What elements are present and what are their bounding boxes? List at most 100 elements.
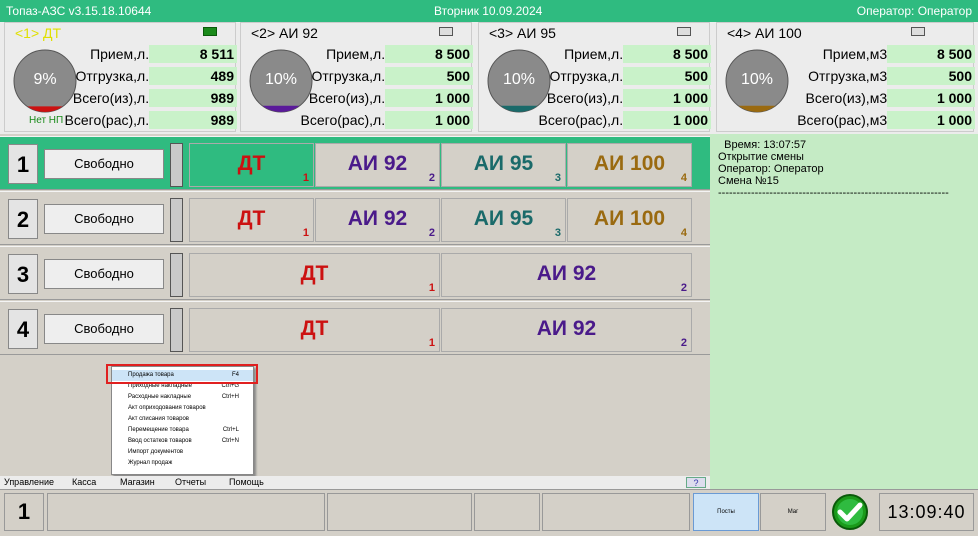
menu-item[interactable]: Акт оприходования товаров xyxy=(112,403,253,414)
checkmark-icon xyxy=(832,494,868,530)
highlight-frame xyxy=(106,364,258,384)
nozzle-2[interactable]: АИ 92 2 xyxy=(315,198,440,242)
post-state-button[interactable]: Свободно xyxy=(44,204,164,234)
nozzle-1[interactable]: ДТ 1 xyxy=(189,308,440,352)
nozzle-number: 2 xyxy=(428,172,435,184)
tank-panel: <4> АИ 100 10% Прием,м3: 8 500 Отгрузка,м3: 5… xyxy=(716,22,975,132)
menu-item-label: Акт списания товаров xyxy=(128,416,189,422)
fuel-name: АИ 92 xyxy=(536,262,597,285)
post-state-button[interactable]: Свободно xyxy=(44,149,164,179)
tank-field-value: 8 500 xyxy=(887,45,975,63)
status-cell-4 xyxy=(542,493,690,531)
post-row[interactable]: 3 Свободно ДТ 1 АИ 92 2 xyxy=(0,246,710,300)
log-line: Открытие смены xyxy=(718,151,804,163)
post-number[interactable]: 4 xyxy=(8,309,38,349)
nozzle-number: 2 xyxy=(680,282,687,294)
menu-cash[interactable]: Касса xyxy=(72,477,96,487)
nozzle-number: 4 xyxy=(680,172,687,184)
menu-item[interactable]: Журнал продаж xyxy=(112,458,253,469)
tank-field-label: Отгрузка,л.: xyxy=(311,68,389,84)
tank-field-value: 1 000 xyxy=(887,111,975,129)
nozzle-4[interactable]: АИ 100 4 xyxy=(567,143,692,187)
menu-item[interactable]: Акт списания товаров xyxy=(112,414,253,425)
menu-bar: Управление Касса Магазин Отчеты Помощь ? xyxy=(0,476,710,489)
operator-label: Оператор: Оператор xyxy=(856,4,972,18)
fuel-name: АИ 100 xyxy=(593,207,666,230)
nozzle-4[interactable]: АИ 100 4 xyxy=(567,198,692,242)
post-row[interactable]: 4 Свободно ДТ 1 АИ 92 2 xyxy=(0,301,710,355)
tank-status-indicator xyxy=(439,27,453,36)
tank-field-label: Отгрузка,л.: xyxy=(549,68,627,84)
tank-panel: <1> ДТ 9% Нет НП Прием,л.: 8 511 Отгрузка,л.:… xyxy=(4,22,237,132)
post-row[interactable]: 1 Свободно ДТ 1 АИ 92 2 АИ 95 3 АИ 100 4 xyxy=(0,136,710,190)
tank-field-value: 500 xyxy=(385,67,473,85)
tank-status-indicator xyxy=(203,27,217,36)
clock: 13:09:40 xyxy=(879,493,974,531)
tank-field-label: Отгрузка,м3: xyxy=(808,68,891,84)
nozzle-number: 3 xyxy=(554,172,561,184)
tank-field-label: Всего(из),л.: xyxy=(546,90,627,106)
tanks-panel: <1> ДТ 9% Нет НП Прием,л.: 8 511 Отгрузка,л.:… xyxy=(0,22,978,134)
log-line: ----------------------------------------… xyxy=(718,187,949,199)
tank-field-value: 8 500 xyxy=(385,45,473,63)
tank-field-value: 500 xyxy=(887,67,975,85)
tank-field-label: Прием,л.: xyxy=(326,46,389,62)
nozzle-3[interactable]: АИ 95 3 xyxy=(441,198,566,242)
posts-panel: 1 Свободно ДТ 1 АИ 92 2 АИ 95 3 АИ 100 4 2 Свободно… xyxy=(0,134,710,356)
nozzle-1[interactable]: ДТ 1 xyxy=(189,143,314,187)
tank-status-indicator xyxy=(677,27,691,36)
menu-item[interactable]: Расходные накладные Ctrl+H xyxy=(112,392,253,403)
post-number[interactable]: 3 xyxy=(8,254,38,294)
post-number[interactable]: 2 xyxy=(8,199,38,239)
menu-item-shortcut: Ctrl+N xyxy=(221,438,239,444)
nozzle-2[interactable]: АИ 92 2 xyxy=(315,143,440,187)
log-line: Смена №15 xyxy=(718,175,779,187)
tank-field-value: 8 511 xyxy=(149,45,237,63)
tank-field-value: 8 500 xyxy=(623,45,711,63)
nozzle-2[interactable]: АИ 92 2 xyxy=(441,253,692,297)
tank-name: <1> ДТ xyxy=(15,25,62,41)
post-bar xyxy=(170,253,183,297)
tank-field-value: 500 xyxy=(623,67,711,85)
tab-shop[interactable]: Маг xyxy=(760,493,826,531)
post-state-button[interactable]: Свободно xyxy=(44,259,164,289)
post-state-button[interactable]: Свободно xyxy=(44,314,164,344)
tank-field-label: Прием,л.: xyxy=(90,46,153,62)
fuel-name: АИ 92 xyxy=(536,317,597,340)
tank-field-label: Всего(из),л.: xyxy=(72,90,153,106)
tank-field-label: Всего(рас),л.: xyxy=(300,112,389,128)
menu-management[interactable]: Управление xyxy=(4,477,54,487)
tank-field-label: Всего(из),м3: xyxy=(805,90,891,106)
post-bar xyxy=(170,308,183,352)
event-log: Время: 13:07:57 Открытие смены Оператор: О… xyxy=(710,134,978,489)
menu-item[interactable]: Ввод остатков товаров Ctrl+N xyxy=(112,436,253,447)
menu-item[interactable]: Импорт документов xyxy=(112,447,253,458)
nozzle-number: 2 xyxy=(428,227,435,239)
tank-field-label: Прием,м3: xyxy=(822,46,891,62)
post-number[interactable]: 1 xyxy=(8,144,38,184)
nozzle-1[interactable]: ДТ 1 xyxy=(189,253,440,297)
post-bar xyxy=(170,198,183,242)
nozzle-number: 1 xyxy=(428,282,435,294)
nozzle-3[interactable]: АИ 95 3 xyxy=(441,143,566,187)
menu-reports[interactable]: Отчеты xyxy=(175,477,206,487)
post-row[interactable]: 2 Свободно ДТ 1 АИ 92 2 АИ 95 3 АИ 100 4 xyxy=(0,191,710,245)
menu-help[interactable]: Помощь xyxy=(229,477,264,487)
help-button[interactable]: ? xyxy=(686,477,706,488)
menu-item[interactable]: Перемещение товара Ctrl+L xyxy=(112,425,253,436)
status-cell-3 xyxy=(474,493,540,531)
menu-shop[interactable]: Магазин xyxy=(120,477,155,487)
menu-item-shortcut: Ctrl+H xyxy=(221,394,239,400)
tank-name: <3> АИ 95 xyxy=(489,25,556,41)
fuel-name: ДТ xyxy=(237,152,266,175)
nozzle-number: 1 xyxy=(428,337,435,349)
log-line: Оператор: Оператор xyxy=(718,163,824,175)
confirm-button[interactable] xyxy=(828,493,876,531)
tab-posts[interactable]: Посты xyxy=(693,493,759,531)
nozzle-2[interactable]: АИ 92 2 xyxy=(441,308,692,352)
menu-item-label: Расходные накладные xyxy=(128,394,192,400)
tank-name: <4> АИ 100 xyxy=(727,25,802,41)
nozzle-1[interactable]: ДТ 1 xyxy=(189,198,314,242)
fuel-name: АИ 95 xyxy=(473,207,534,230)
menu-item-label: Журнал продаж xyxy=(128,460,173,466)
